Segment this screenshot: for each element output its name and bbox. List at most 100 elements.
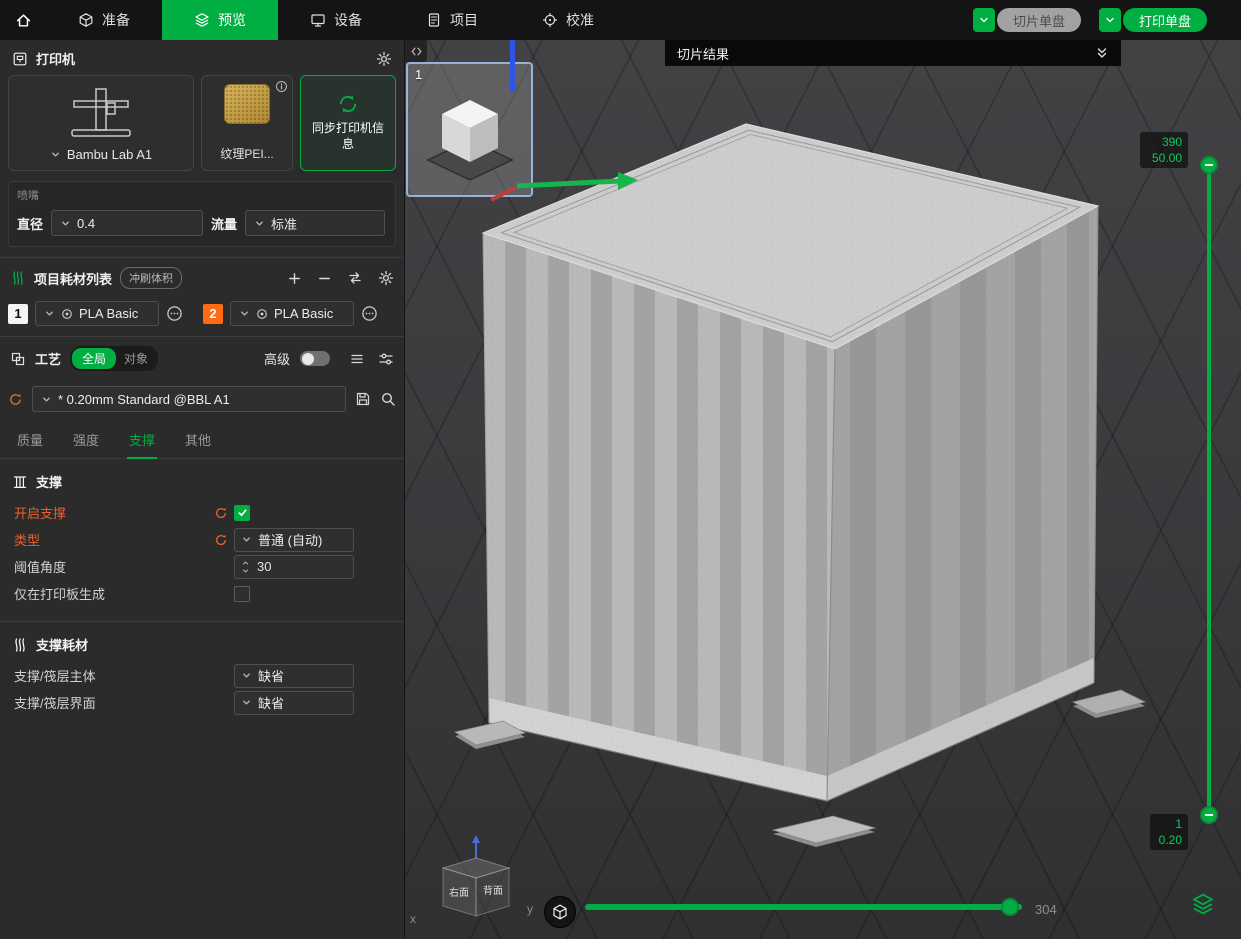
printer-card[interactable]: Bambu Lab A1 [8,75,194,171]
advanced-mode-switch[interactable] [300,351,330,366]
sync-printer-button[interactable]: 同步打印机信息 [300,75,396,171]
filament-edit-button-2[interactable] [361,305,378,322]
support-base-select[interactable]: 缺省 [234,664,354,688]
info-icon[interactable] [275,80,288,93]
reset-support-type-button[interactable] [214,533,234,547]
support-interface-select[interactable]: 缺省 [234,691,354,715]
diameter-label: 直径 [17,214,43,233]
print-dropdown-button[interactable] [1099,8,1121,32]
tab-device[interactable]: 设备 [278,0,394,40]
sliced-model[interactable] [483,124,1098,820]
scope-objects-option[interactable]: 对象 [116,348,156,369]
tab-label: 项目 [450,10,478,30]
filament-edit-button-1[interactable] [166,305,183,322]
printer-settings-button[interactable] [376,51,392,67]
search-params-button[interactable] [380,391,396,407]
flow-value: 标准 [271,214,297,233]
layer-slider-bottom-handle[interactable] [1200,806,1218,824]
support-section-title: 支撑 [36,472,62,491]
nozzle-diameter-select[interactable]: 0.4 [51,210,203,236]
tab-label: 设备 [334,10,362,30]
reset-icon [214,506,228,520]
double-chevron-down-icon [1095,46,1109,60]
print-plate-button[interactable]: 打印单盘 [1123,8,1207,32]
process-section-title: 工艺 [35,349,61,368]
param-row-support-type: 类型 普通 (自动) [0,526,404,553]
nav-right-face-label[interactable]: 右面 [449,886,469,899]
slice-dropdown-button[interactable] [973,8,995,32]
bottom-layer-height: 0.20 [1156,832,1182,848]
filament-select-1[interactable]: PLA Basic [35,301,159,326]
remove-filament-button[interactable] [317,271,332,286]
layers-view-toggle[interactable] [1191,892,1215,916]
reset-enable-support-button[interactable] [214,506,234,520]
enable-support-checkbox[interactable] [234,505,250,521]
reset-icon [8,392,23,407]
filament-select-2[interactable]: PLA Basic [230,301,354,326]
process-preset-select[interactable]: * 0.20mm Standard @BBL A1 [32,386,346,412]
tab-strength[interactable]: 强度 [60,421,112,458]
filament-settings-button[interactable] [378,270,394,286]
slice-plate-button[interactable]: 切片单盘 [997,8,1081,32]
filament-index-badge-2[interactable]: 2 [203,304,223,324]
tab-support[interactable]: 支撑 [116,421,168,458]
support-type-select[interactable]: 普通 (自动) [234,528,354,552]
spool-icon [256,308,268,320]
plate-thumbnail-cube-icon [422,84,518,180]
scope-global-option[interactable]: 全局 [72,348,116,369]
plate-thumbnail[interactable]: 1 [406,62,533,197]
layer-slider-top-handle[interactable] [1200,156,1218,174]
view-cube-icon [551,903,569,921]
nav-back-face-label[interactable]: 背面 [483,884,503,897]
process-icon [10,351,26,367]
layer-slider-track[interactable] [1207,165,1211,815]
threshold-angle-spinner[interactable]: 30 [234,555,354,579]
param-row-threshold-angle: 阈值角度 30 [0,553,404,580]
flow-select[interactable]: 标准 [245,210,385,236]
build-plate-card[interactable]: 纹理PEI... [201,75,293,171]
tab-quality[interactable]: 质量 [4,421,56,458]
swap-icon [347,270,363,286]
tab-project[interactable]: 项目 [394,0,510,40]
reset-icon [214,533,228,547]
filament-index-badge-1[interactable]: 1 [8,304,28,324]
chevron-down-icon [978,14,990,26]
process-toolbar [349,351,394,367]
tab-prepare[interactable]: 准备 [46,0,162,40]
tab-preview[interactable]: 预览 [162,0,278,40]
save-icon [355,391,371,407]
add-filament-button[interactable] [287,271,302,286]
home-icon [15,12,32,29]
tab-others[interactable]: 其他 [172,421,224,458]
printer-illustration [65,84,137,140]
support-filament-section-title: 支撑耗材 [36,635,88,654]
ams-mapping-button[interactable] [347,270,363,286]
collapse-result-button[interactable] [1095,46,1109,60]
flush-volume-button[interactable]: 冲刷体积 [120,267,182,289]
chevron-down-icon [44,308,55,319]
navigation-cube[interactable]: 右面 背面 [421,834,531,934]
sync-button-label: 同步打印机信息 [307,121,389,152]
spinner-arrows[interactable] [241,559,250,575]
preset-reset-button[interactable] [8,392,23,407]
buildplate-only-checkbox[interactable] [234,586,250,602]
chevron-down-icon [50,149,61,160]
axis-y-label: y [527,902,533,916]
fit-view-button[interactable] [544,896,576,928]
home-button[interactable] [0,0,46,40]
save-preset-button[interactable] [355,391,371,407]
param-list-view-button[interactable] [349,351,365,367]
tab-label: 预览 [218,10,246,30]
collapse-panel-button[interactable] [405,40,427,62]
preset-row: * 0.20mm Standard @BBL A1 [0,378,404,418]
filament-waves-icon [12,637,28,653]
viewport-3d[interactable]: 1 切片结果 390 50.00 1 0.20 304 [405,40,1241,939]
chevron-down-icon [239,308,250,319]
step-slider-track[interactable] [585,904,1022,910]
top-layer-number: 390 [1146,134,1182,150]
tab-calibration[interactable]: 校准 [510,0,626,40]
compare-presets-button[interactable] [378,351,394,367]
step-slider-handle[interactable] [1001,898,1019,916]
filament-toolbar [287,270,394,286]
filament-section-header: 项目耗材列表 冲刷体积 [0,258,404,296]
